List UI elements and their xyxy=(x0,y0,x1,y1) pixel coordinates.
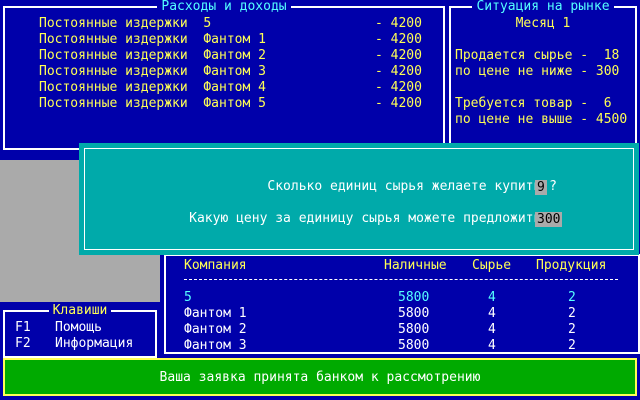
company-raw: 4 xyxy=(488,306,496,321)
month-label: Месяц 1 xyxy=(515,16,571,31)
company-name: 5 xyxy=(184,290,192,305)
need-price: по цене не выше - 4500 xyxy=(455,112,628,127)
company-name: Фантом 1 xyxy=(184,306,247,321)
expenses-panel: Расходы и доходы Постоянные издержки 5 -… xyxy=(3,0,445,150)
company-product: 2 xyxy=(568,338,576,353)
company-cash: 5800 xyxy=(398,322,430,337)
price-question: Какую цену за единицу сырья можете предл… xyxy=(189,211,557,226)
company-name: Фантом 2 xyxy=(184,322,247,337)
header-company: Компания xyxy=(184,258,247,273)
key-f2[interactable]: F2 xyxy=(15,336,31,352)
company-raw: 4 xyxy=(488,290,496,305)
header-product: Продукция xyxy=(536,258,607,273)
purchase-dialog: Сколько единиц сырья желаете купить ? 9 … xyxy=(80,144,638,254)
status-bar: Ваша заявка принята банком к рассмотрени… xyxy=(3,358,637,396)
expense-row-value: - 4200 xyxy=(375,64,422,79)
expenses-title: Расходы и доходы xyxy=(5,0,443,14)
key-f1[interactable]: F1 xyxy=(15,320,31,336)
company-product: 2 xyxy=(568,290,576,305)
company-name: Фантом 3 xyxy=(184,338,247,353)
market-panel: Ситуация на рынке Месяц 1 Продается сырь… xyxy=(449,0,637,150)
expense-row-label: Постоянные издержки Фантом 1 xyxy=(39,32,266,47)
expense-row-value: - 4200 xyxy=(375,80,422,95)
market-title: Ситуация на рынке xyxy=(451,0,635,14)
company-raw: 4 xyxy=(488,338,496,353)
expense-row-label: Постоянные издержки Фантом 2 xyxy=(39,48,266,63)
expense-row-value: - 4200 xyxy=(375,96,422,111)
company-raw: 4 xyxy=(488,322,496,337)
expense-row-label: Постоянные издержки Фантом 3 xyxy=(39,64,266,79)
key-f1-label[interactable]: Помощь xyxy=(55,320,102,336)
header-cash: Наличные xyxy=(384,258,447,273)
expense-row-label: Постоянные издержки 5 xyxy=(39,16,212,31)
expense-row-label: Постоянные издержки Фантом 4 xyxy=(39,80,266,95)
companies-table: Компания Наличные Сырье Продукция 5 5800… xyxy=(164,254,640,354)
quantity-input[interactable]: 9 xyxy=(535,180,547,195)
expense-row-label: Постоянные издержки Фантом 5 xyxy=(39,96,266,111)
expense-row-value: - 4200 xyxy=(375,16,422,31)
price-input[interactable]: 300 xyxy=(535,212,563,227)
keys-panel: Клавиши F1 Помощь F2 Информация xyxy=(3,303,157,358)
need-amount: Требуется товар - 6 xyxy=(455,96,612,111)
expense-row-value: - 4200 xyxy=(375,48,422,63)
company-cash: 5800 xyxy=(398,306,430,321)
company-cash: 5800 xyxy=(398,338,430,353)
company-product: 2 xyxy=(568,322,576,337)
keys-title: Клавиши xyxy=(5,303,155,318)
sell-price: по цене не ниже - 300 xyxy=(455,64,620,79)
company-cash: 5800 xyxy=(398,290,430,305)
header-raw: Сырье xyxy=(472,258,512,273)
key-f2-label[interactable]: Информация xyxy=(55,336,133,352)
quantity-question: Сколько единиц сырья желаете купить ? xyxy=(267,179,557,194)
sell-amount: Продается сырье - 18 xyxy=(455,48,620,63)
table-divider xyxy=(184,279,618,280)
company-product: 2 xyxy=(568,306,576,321)
dialog-frame: Сколько единиц сырья желаете купить ? 9 … xyxy=(84,148,634,250)
status-message: Ваша заявка принята банком к рассмотрени… xyxy=(159,370,481,385)
expense-row-value: - 4200 xyxy=(375,32,422,47)
